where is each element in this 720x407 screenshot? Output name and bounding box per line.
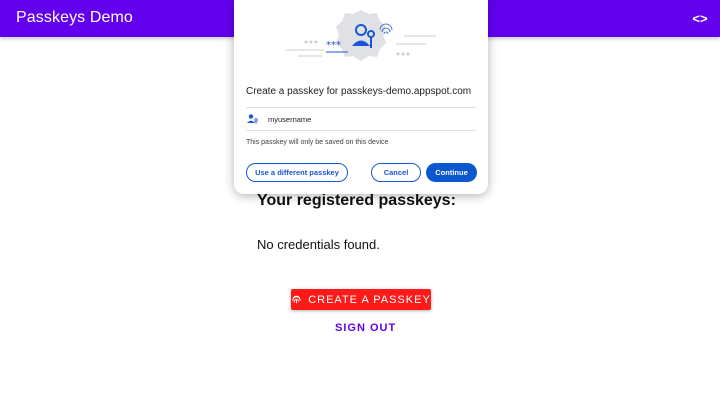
passkey-illustration: *** (286, 10, 436, 61)
fingerprint-icon (292, 295, 301, 304)
device-note: This passkey will only be saved on this … (246, 139, 389, 146)
person-key-icon (247, 114, 258, 124)
sign-out-button[interactable]: SIGN OUT (335, 322, 396, 334)
create-passkey-dialog: *** Create a passkey for passkeys-demo.a… (234, 0, 488, 194)
cancel-button[interactable]: Cancel (371, 163, 421, 182)
app-title: Passkeys Demo (16, 9, 133, 26)
divider (246, 130, 476, 131)
code-icon[interactable]: <> (690, 9, 710, 29)
svg-text:***: *** (326, 40, 341, 51)
dialog-title: Create a passkey for passkeys-demo.appsp… (246, 86, 472, 97)
create-passkey-button[interactable]: CREATE A PASSKEY (291, 289, 431, 310)
account-row: myusername (246, 108, 476, 130)
use-different-passkey-button[interactable]: Use a different passkey (246, 163, 348, 182)
empty-message: No credentials found. (257, 237, 380, 252)
username: myusername (268, 114, 312, 124)
continue-button[interactable]: Continue (426, 163, 477, 182)
passkeys-heading: Your registered passkeys: (257, 192, 456, 209)
create-passkey-label: CREATE A PASSKEY (308, 293, 431, 306)
